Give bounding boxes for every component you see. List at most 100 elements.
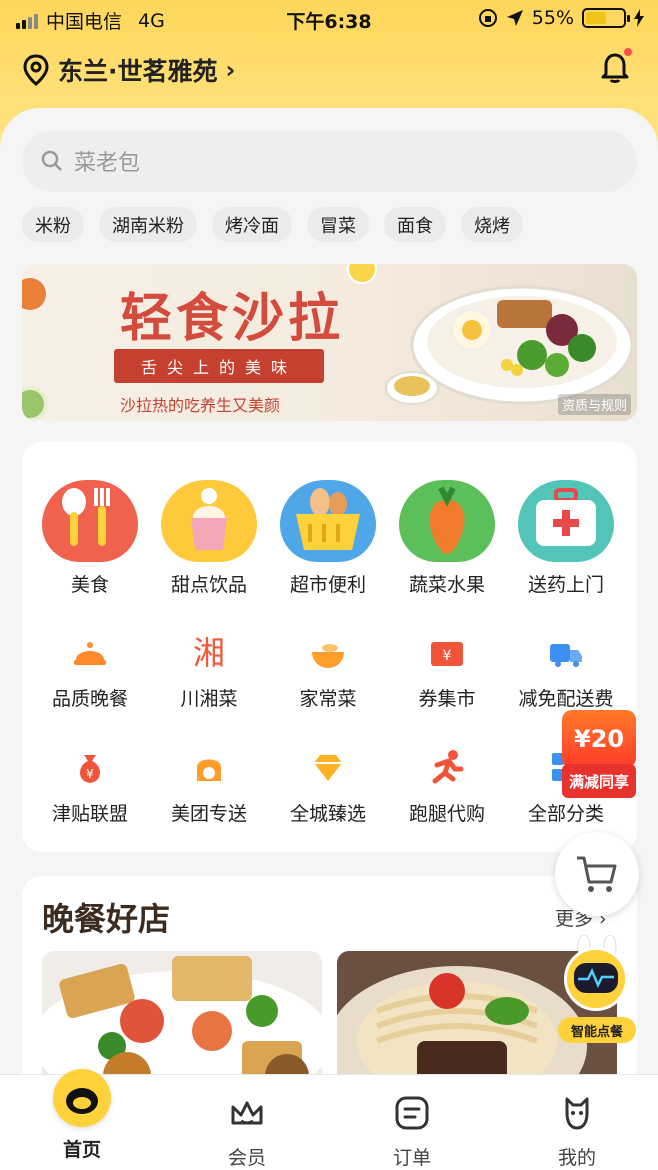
tomato-icon [22, 278, 46, 310]
category-meituan-delivery[interactable]: 美团专送 [149, 747, 269, 826]
notification-dot [624, 48, 632, 56]
search-chip[interactable]: 烤冷面 [212, 207, 292, 242]
coupon-icon: ¥ [431, 642, 463, 666]
banner-title: 轻食沙拉 [120, 289, 345, 349]
category-label: 甜点饮品 [170, 574, 247, 596]
robot-face [574, 963, 618, 993]
category-city-select[interactable]: 全城臻选 [268, 747, 388, 826]
order-icon [395, 1096, 429, 1130]
cart-button[interactable] [555, 832, 639, 916]
svg-text:¥: ¥ [86, 767, 94, 781]
category-coupon-market[interactable]: ¥ 券集市 [387, 632, 507, 711]
clock: 下午6:38 [286, 11, 372, 33]
scooter-icon [197, 759, 221, 781]
category-quality-dinner[interactable]: 品质晚餐 [30, 632, 150, 711]
location-label: 东兰·世茗雅苑 [58, 57, 218, 86]
category-medicine[interactable]: 送药上门 [506, 480, 626, 597]
shopping-cart-icon [577, 856, 617, 892]
charging-icon [634, 9, 644, 27]
search-placeholder: 菜老包 [74, 151, 141, 176]
chevron-right-icon: › [225, 56, 236, 84]
money-bag-icon: ¥ [80, 755, 100, 783]
tab-label: 会员 [227, 1147, 266, 1169]
search-bar[interactable]: 菜老包 [22, 130, 637, 192]
category-label: 津贴联盟 [51, 803, 128, 825]
category-dessert[interactable]: 甜点饮品 [149, 480, 269, 597]
assistant-label: 智能点餐 [558, 1017, 636, 1043]
discount-label: 满减同享 [562, 764, 636, 798]
search-chip[interactable]: 湖南米粉 [99, 207, 197, 242]
category-errands[interactable]: 跑腿代购 [387, 747, 507, 826]
running-person-icon [432, 750, 464, 784]
bowl-icon [312, 644, 344, 668]
category-free-delivery[interactable]: 减免配送费 [506, 632, 626, 711]
battery-percent: 55% [531, 7, 574, 29]
smart-order-assistant[interactable]: 智能点餐 [558, 935, 636, 1043]
category-subsidy-alliance[interactable]: ¥ 津贴联盟 [30, 747, 150, 826]
delivery-truck-icon [550, 644, 582, 667]
pulse-icon [578, 968, 614, 988]
first-aid-kit-icon [518, 480, 614, 562]
promo-banner[interactable]: 轻食沙拉 舌尖上的美味 沙拉热的吃养生又美颜 资质与规则 [22, 264, 637, 421]
category-sichuan-hunan[interactable]: 湘 川湘菜 [149, 632, 269, 711]
lemon-slice-icon [347, 264, 377, 284]
discount-badge[interactable]: ¥20 满减同享 [562, 710, 636, 798]
notification-button[interactable] [600, 48, 632, 84]
home-icon [53, 1069, 111, 1127]
xiang-character-icon: 湘 [193, 634, 225, 672]
category-produce[interactable]: 蔬菜水果 [387, 480, 507, 597]
tab-orders[interactable]: 订单 [352, 1075, 472, 1170]
discount-amount: ¥20 [562, 710, 636, 768]
tab-home[interactable]: 首页 [22, 1069, 142, 1170]
category-label: 跑腿代购 [408, 803, 485, 825]
category-label: 送药上门 [527, 574, 604, 596]
banner-rules-link[interactable]: 资质与规则 [557, 394, 631, 415]
category-label: 减免配送费 [518, 688, 614, 710]
ice-cream-icon [161, 480, 257, 562]
category-label: 超市便利 [289, 574, 366, 596]
banner-tagline: 沙拉热的吃养生又美颜 [120, 396, 281, 415]
svg-text:¥: ¥ [443, 648, 452, 664]
banner-ribbon: 舌尖上的美味 [114, 349, 324, 383]
profile-icon [565, 1097, 589, 1130]
tab-profile[interactable]: 我的 [517, 1075, 637, 1170]
tab-label: 订单 [392, 1147, 431, 1169]
category-label: 川湘菜 [180, 688, 238, 710]
category-label: 券集市 [418, 688, 476, 710]
category-label: 蔬菜水果 [408, 574, 485, 596]
cloche-icon [74, 642, 106, 665]
location-arrow-icon [506, 10, 523, 26]
svg-text:湘: 湘 [193, 634, 225, 672]
lock-rotation-icon [478, 9, 497, 27]
carrot-icon [399, 480, 495, 562]
map-pin-icon [23, 54, 49, 86]
search-chip[interactable]: 冒菜 [307, 207, 369, 242]
diamond-icon [314, 755, 342, 781]
crown-icon [231, 1101, 263, 1125]
location-selector[interactable]: 东兰·世茗雅苑 › [22, 52, 235, 88]
hot-search-chips: 米粉 湖南米粉 烤冷面 冒菜 面食 烧烤 [22, 207, 523, 242]
tab-label: 首页 [62, 1139, 101, 1161]
category-food[interactable]: 美食 [30, 480, 150, 597]
search-chip[interactable]: 面食 [384, 207, 446, 242]
search-icon [41, 150, 62, 171]
cucumber-icon [22, 386, 48, 421]
category-supermarket[interactable]: 超市便利 [268, 480, 388, 597]
category-label: 全城臻选 [289, 803, 366, 825]
search-chip[interactable]: 烧烤 [461, 207, 523, 242]
search-chip[interactable]: 米粉 [22, 207, 84, 242]
shopping-basket-icon [280, 480, 376, 562]
status-bar: 中国电信 4G 下午6:38 55% [0, 0, 658, 36]
tab-member[interactable]: 会员 [187, 1075, 307, 1170]
section-title: 晚餐好店 [42, 900, 171, 938]
category-label: 美团专送 [170, 803, 247, 825]
tab-label: 我的 [557, 1147, 596, 1169]
category-label: 家常菜 [299, 688, 357, 710]
battery-icon [582, 8, 630, 28]
category-label: 全部分类 [527, 803, 604, 825]
category-home-cooking[interactable]: 家常菜 [268, 632, 388, 711]
food-utensils-icon [42, 480, 138, 562]
category-label: 美食 [70, 574, 109, 596]
category-grid: 美食 甜点饮品 超市便利 蔬菜水果 送药上门 品质晚餐 湘 川湘菜 家常菜 ¥ … [22, 442, 637, 852]
bottom-tab-bar: 首页 会员 订单 我的 [0, 1069, 658, 1170]
